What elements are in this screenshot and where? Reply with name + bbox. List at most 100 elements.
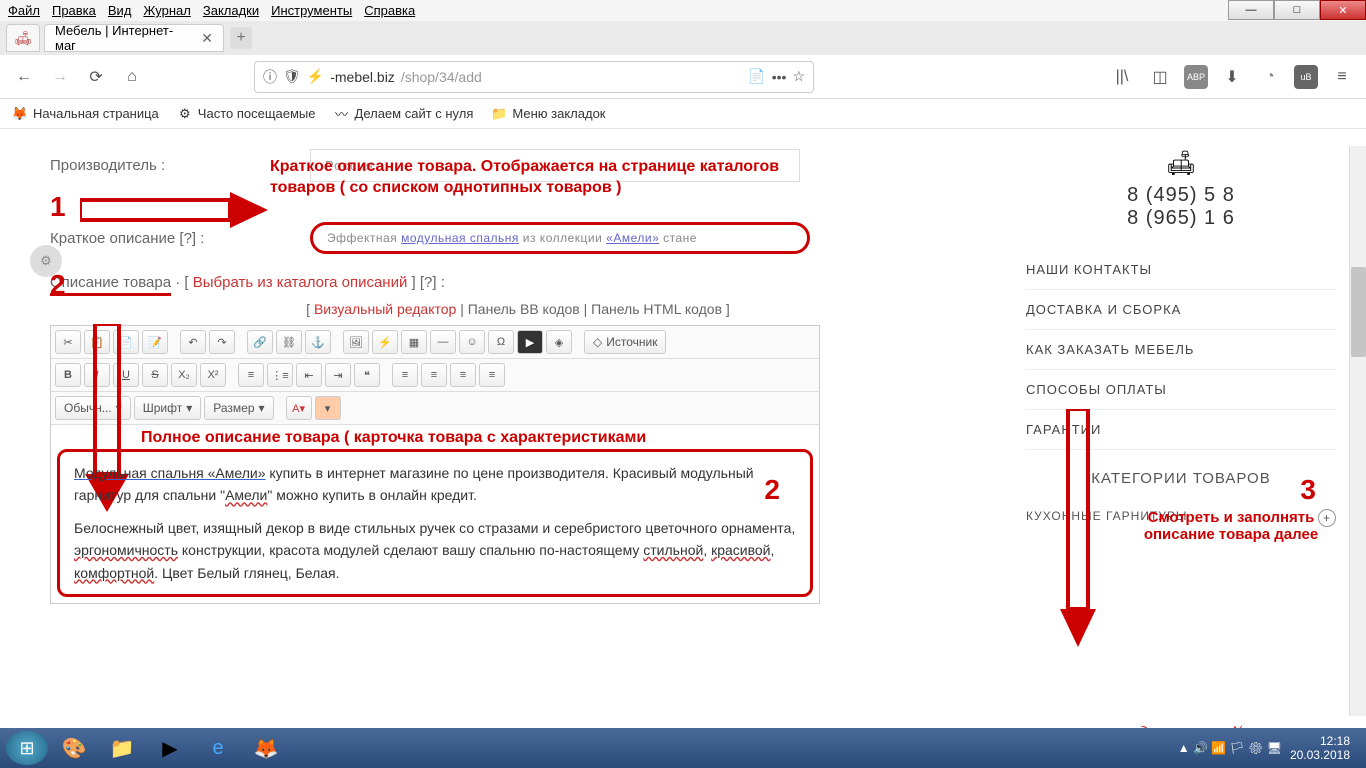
close-window-button[interactable]: ✕ — [1320, 0, 1366, 20]
ed-ul-icon[interactable]: ⋮≡ — [267, 363, 293, 387]
ed-table-icon[interactable]: ▦ — [401, 330, 427, 354]
ed-font-select[interactable]: Шрифт ▾ — [134, 396, 202, 420]
vertical-scrollbar[interactable] — [1349, 146, 1366, 716]
ed-align-justify-icon[interactable]: ≡ — [479, 363, 505, 387]
bookmark-make-site[interactable]: 〰Делаем сайт с нуля — [334, 106, 474, 122]
abp-icon[interactable]: ABP — [1184, 65, 1208, 89]
short-desc-field[interactable]: Эффектная модульная спальня из коллекции… — [310, 222, 810, 254]
reload-button[interactable]: ⟳ — [82, 63, 110, 91]
side-link-howto[interactable]: КАК ЗАКАЗАТЬ МЕБЕЛЬ — [1026, 330, 1336, 370]
ed-ol-icon[interactable]: ≡ — [238, 363, 264, 387]
task-firefox-icon[interactable]: 🦊 — [244, 731, 288, 765]
maximize-button[interactable]: □ — [1274, 0, 1320, 20]
library-icon[interactable]: ||\ — [1108, 63, 1136, 91]
ed-special-char-icon[interactable]: Ω — [488, 330, 514, 354]
star-icon[interactable]: ☆ — [792, 68, 805, 85]
reader-icon[interactable]: 📄 — [748, 68, 765, 85]
pinned-tab[interactable]: 🛋 — [6, 24, 40, 52]
ed-hr-icon[interactable]: — — [430, 330, 456, 354]
url-bar[interactable]: ⓘ 🛡 ⚡ -mebel.biz/shop/34/add 📄 ••• ☆ — [254, 61, 814, 93]
hamburger-menu[interactable]: ≡ — [1328, 63, 1356, 91]
ed-iframe-icon[interactable]: ◈ — [546, 330, 572, 354]
ed-cut-icon[interactable]: ✂ — [55, 330, 81, 354]
annotation-num-3: 3 — [1300, 474, 1316, 506]
ed-undo-icon[interactable]: ↶ — [180, 330, 206, 354]
home-button[interactable]: ⌂ — [118, 63, 146, 91]
tab-visual-editor[interactable]: Визуальный редактор — [314, 301, 456, 317]
task-explorer-icon[interactable]: 📁 — [100, 731, 144, 765]
url-host: -mebel.biz — [330, 69, 395, 85]
ed-align-center-icon[interactable]: ≡ — [421, 363, 447, 387]
forward-button[interactable]: → — [46, 63, 74, 91]
ed-redo-icon[interactable]: ↷ — [209, 330, 235, 354]
logo-icon: 🛋 — [1026, 149, 1336, 178]
download-icon[interactable]: ⬇ — [1218, 63, 1246, 91]
task-media-icon[interactable]: ▶ — [148, 731, 192, 765]
task-ie-icon[interactable]: e — [196, 731, 240, 765]
menu-view[interactable]: Вид — [108, 3, 132, 18]
ed-paste-text-icon[interactable]: 📝 — [142, 330, 168, 354]
sidebar-icon[interactable]: ◫ — [1146, 63, 1174, 91]
bookmark-menu-folder[interactable]: 📁Меню закладок — [491, 106, 605, 122]
wysiwyg-editor: ✂ 📋 📄 📝 ↶ ↷ 🔗 ⛓ ⚓ 🖼 ⚡ ▦ — ☺ Ω ▶ ◈ — [50, 325, 820, 604]
phone-numbers: 8 (495) 5 8 8 (965) 1 6 — [1026, 184, 1336, 230]
task-gimp-icon[interactable]: 🎨 — [52, 731, 96, 765]
short-desc-label: Краткое описание [?] : — [50, 230, 310, 247]
tab-bb-panel[interactable]: Панель BB кодов — [468, 301, 580, 317]
info-icon[interactable]: ⓘ — [263, 67, 277, 87]
ed-outdent-icon[interactable]: ⇤ — [296, 363, 322, 387]
ed-smiley-icon[interactable]: ☺ — [459, 330, 485, 354]
annotation-num-2b: 2 — [764, 468, 780, 513]
menu-edit[interactable]: Правка — [52, 3, 96, 18]
scrollbar-thumb[interactable] — [1351, 267, 1366, 357]
ed-bold-icon[interactable]: B — [55, 363, 81, 387]
side-link-delivery[interactable]: ДОСТАВКА И СБОРКА — [1026, 290, 1336, 330]
bookmark-frequent[interactable]: ⚙Часто посещаемые — [177, 106, 316, 122]
choose-from-catalog-link[interactable]: Выбрать из каталога описаний — [193, 274, 408, 291]
ed-anchor-icon[interactable]: ⚓ — [305, 330, 331, 354]
tab-html-panel[interactable]: Панель HTML кодов — [591, 301, 722, 317]
ed-size-select[interactable]: Размер ▾ — [204, 396, 273, 420]
ublock-icon[interactable]: uB — [1294, 65, 1318, 89]
menu-tools[interactable]: Инструменты — [271, 3, 352, 18]
ed-strike-icon[interactable]: S — [142, 363, 168, 387]
ed-textcolor-icon[interactable]: A▾ — [286, 396, 312, 420]
ed-align-right-icon[interactable]: ≡ — [450, 363, 476, 387]
ed-source-button[interactable]: ◇ Источник — [584, 330, 666, 354]
browser-tab[interactable]: Мебель | Интернет-маг ✕ — [44, 24, 224, 52]
tab-title: Мебель | Интернет-маг — [55, 23, 193, 53]
menu-file[interactable]: Файл — [8, 3, 40, 18]
ed-unlink-icon[interactable]: ⛓ — [276, 330, 302, 354]
shield-icon[interactable]: 🛡 — [283, 68, 301, 85]
tray-time: 12:18 — [1290, 734, 1350, 748]
ed-quote-icon[interactable]: ❝ — [354, 363, 380, 387]
start-button[interactable]: ⊞ — [6, 731, 48, 765]
menu-help[interactable]: Справка — [364, 3, 415, 18]
extension-icon-1[interactable]: ◔ — [1256, 63, 1284, 91]
bookmark-start-page[interactable]: 🦊Начальная страница — [12, 106, 159, 122]
ed-link-icon[interactable]: 🔗 — [247, 330, 273, 354]
ed-image-icon[interactable]: 🖼 — [343, 330, 369, 354]
ed-subscript-icon[interactable]: X₂ — [171, 363, 197, 387]
new-tab-button[interactable]: + — [230, 27, 252, 49]
ed-align-left-icon[interactable]: ≡ — [392, 363, 418, 387]
side-link-payment[interactable]: СПОСОБЫ ОПЛАТЫ — [1026, 370, 1336, 410]
side-link-contacts[interactable]: НАШИ КОНТАКТЫ — [1026, 250, 1336, 290]
arrow-3 — [1060, 409, 1096, 649]
annotation-3-text: Смотреть и заполнять описание товара дал… — [1116, 509, 1346, 543]
menu-history[interactable]: Журнал — [143, 3, 190, 18]
tab-close-icon[interactable]: ✕ — [201, 30, 213, 47]
ed-video-icon[interactable]: ▶ — [517, 330, 543, 354]
back-button[interactable]: ← — [10, 63, 38, 91]
menu-bookmarks[interactable]: Закладки — [203, 3, 259, 18]
ed-bgcolor-icon[interactable]: ▾ — [315, 396, 341, 420]
minimize-button[interactable]: — — [1228, 0, 1274, 20]
tracking-icon[interactable]: ⚡ — [307, 68, 324, 85]
ed-indent-icon[interactable]: ⇥ — [325, 363, 351, 387]
system-tray[interactable]: ▲ 🔊 📶 🏳 ⚙ 🖥 12:18 20.03.2018 — [1178, 734, 1360, 763]
ed-superscript-icon[interactable]: X² — [200, 363, 226, 387]
ed-flash-icon[interactable]: ⚡ — [372, 330, 398, 354]
tray-icons[interactable]: ▲ 🔊 📶 🏳 ⚙ 🖥 — [1178, 741, 1282, 755]
editor-content-area[interactable]: Модульная спальня «Амели» купить в интер… — [57, 449, 813, 597]
page-actions-icon[interactable]: ••• — [772, 69, 787, 85]
